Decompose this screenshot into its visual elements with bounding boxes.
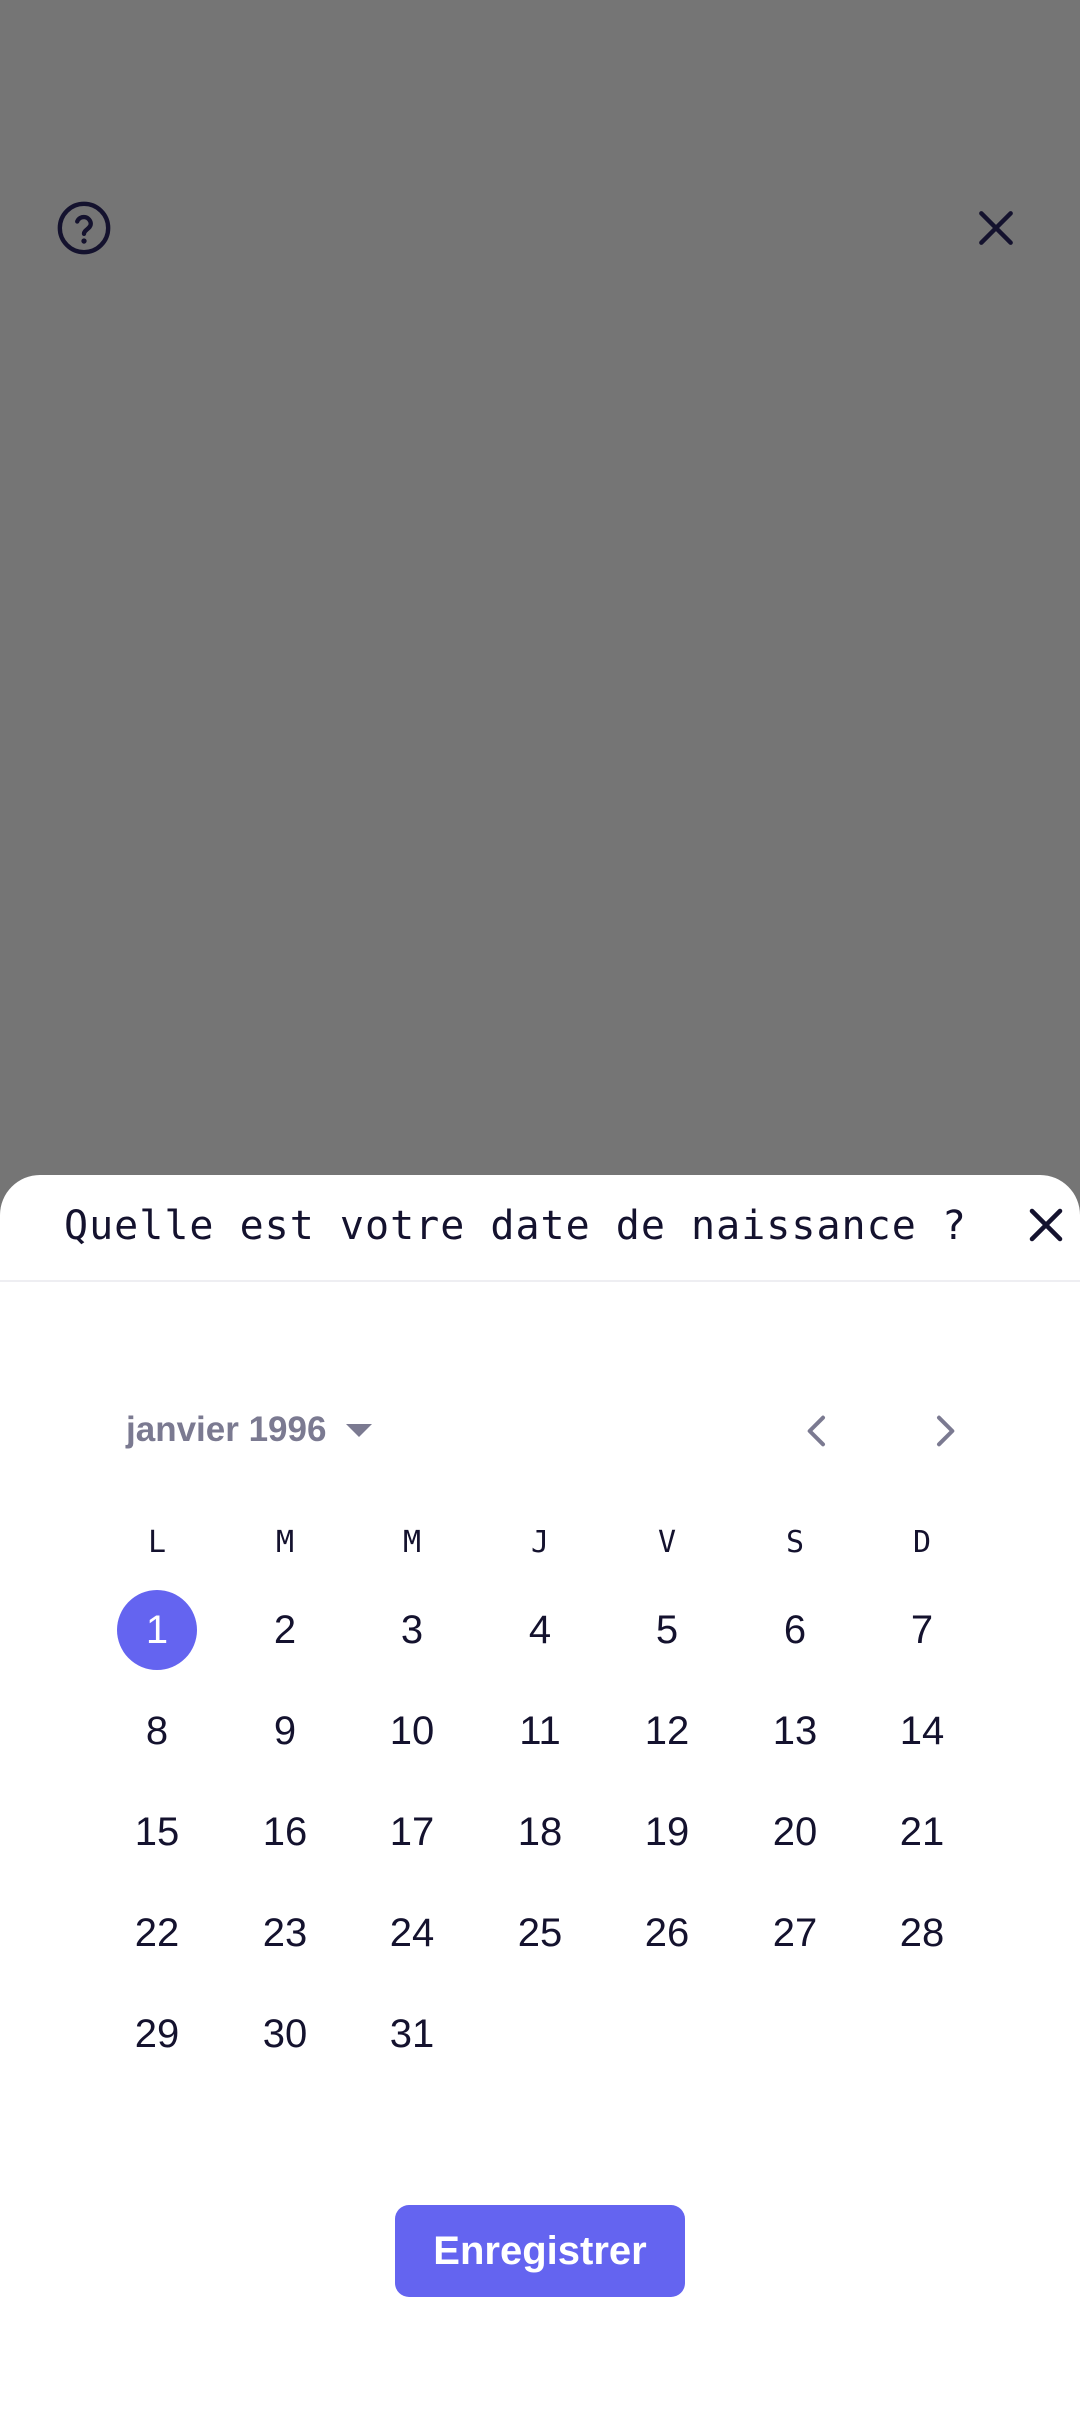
calendar-day[interactable]: 14 <box>882 1691 962 1771</box>
help-circle-icon <box>57 201 111 255</box>
close-button[interactable] <box>964 196 1028 260</box>
close-icon <box>1029 1208 1063 1242</box>
calendar-day-grid: 1 2 3 4 5 6 7 8 9 10 11 12 13 14 15 16 17 18 19 20 21 22 23 24 2… <box>0 1590 1080 2090</box>
calendar-day[interactable]: 16 <box>245 1792 325 1872</box>
calendar-day[interactable]: 28 <box>882 1893 962 1973</box>
sheet-title: Quelle est votre date de naissance ? <box>64 1203 967 1249</box>
weekday-label: J <box>530 1525 550 1560</box>
save-button[interactable]: Enregistrer <box>395 2205 685 2297</box>
calendar-day[interactable]: 21 <box>882 1792 962 1872</box>
calendar-day[interactable]: 22 <box>117 1893 197 1973</box>
calendar-day-selected[interactable]: 1 <box>117 1590 197 1670</box>
chevron-right-icon <box>937 1415 955 1447</box>
calendar-day[interactable]: 24 <box>372 1893 452 1973</box>
caret-down-icon <box>346 1423 373 1437</box>
calendar-day[interactable]: 23 <box>245 1893 325 1973</box>
calendar-day[interactable]: 13 <box>755 1691 835 1771</box>
calendar-day[interactable]: 19 <box>627 1792 707 1872</box>
calendar-day[interactable]: 12 <box>627 1691 707 1771</box>
calendar-day[interactable]: 9 <box>245 1691 325 1771</box>
weekday-label: V <box>657 1525 677 1560</box>
calendar-day[interactable]: 6 <box>755 1590 835 1670</box>
calendar-day[interactable]: 17 <box>372 1792 452 1872</box>
calendar-day[interactable]: 11 <box>500 1691 580 1771</box>
calendar-day[interactable]: 8 <box>117 1691 197 1771</box>
weekday-label: S <box>785 1525 805 1560</box>
next-month-button[interactable] <box>916 1403 972 1459</box>
calendar-day[interactable]: 30 <box>245 1994 325 2074</box>
weekday-header-row: LMMJVSD <box>0 1513 1080 1573</box>
month-year-selector[interactable]: janvier 1996 <box>126 1403 373 1457</box>
help-button[interactable] <box>52 196 116 260</box>
calendar-day[interactable]: 31 <box>372 1994 452 2074</box>
date-picker-sheet: Quelle est votre date de naissance ? jan… <box>0 1175 1080 2424</box>
calendar-day[interactable]: 7 <box>882 1590 962 1670</box>
weekday-label: L <box>147 1525 167 1560</box>
calendar-day[interactable]: 4 <box>500 1590 580 1670</box>
chevron-left-icon <box>807 1415 825 1447</box>
calendar-day[interactable]: 18 <box>500 1792 580 1872</box>
calendar-day[interactable]: 25 <box>500 1893 580 1973</box>
calendar-day[interactable]: 26 <box>627 1893 707 1973</box>
calendar-day[interactable]: 2 <box>245 1590 325 1670</box>
screen: Quelle est votre date de naissance ? jan… <box>0 0 1080 2424</box>
weekday-label: M <box>275 1525 295 1560</box>
weekday-label: M <box>402 1525 422 1560</box>
calendar-day[interactable]: 10 <box>372 1691 452 1771</box>
calendar-day[interactable]: 15 <box>117 1792 197 1872</box>
weekday-label: D <box>912 1525 932 1560</box>
month-year-label: janvier 1996 <box>126 1410 327 1449</box>
previous-month-button[interactable] <box>790 1403 846 1459</box>
calendar-day[interactable]: 29 <box>117 1994 197 2074</box>
calendar-day[interactable]: 5 <box>627 1590 707 1670</box>
calendar-header: janvier 1996 <box>0 1395 1080 1465</box>
sheet-close-button[interactable] <box>1020 1199 1072 1251</box>
calendar-day[interactable]: 27 <box>755 1893 835 1973</box>
calendar-day[interactable]: 3 <box>372 1590 452 1670</box>
close-icon <box>979 211 1013 245</box>
sheet-header: Quelle est votre date de naissance ? <box>0 1175 1080 1282</box>
calendar-day[interactable]: 20 <box>755 1792 835 1872</box>
